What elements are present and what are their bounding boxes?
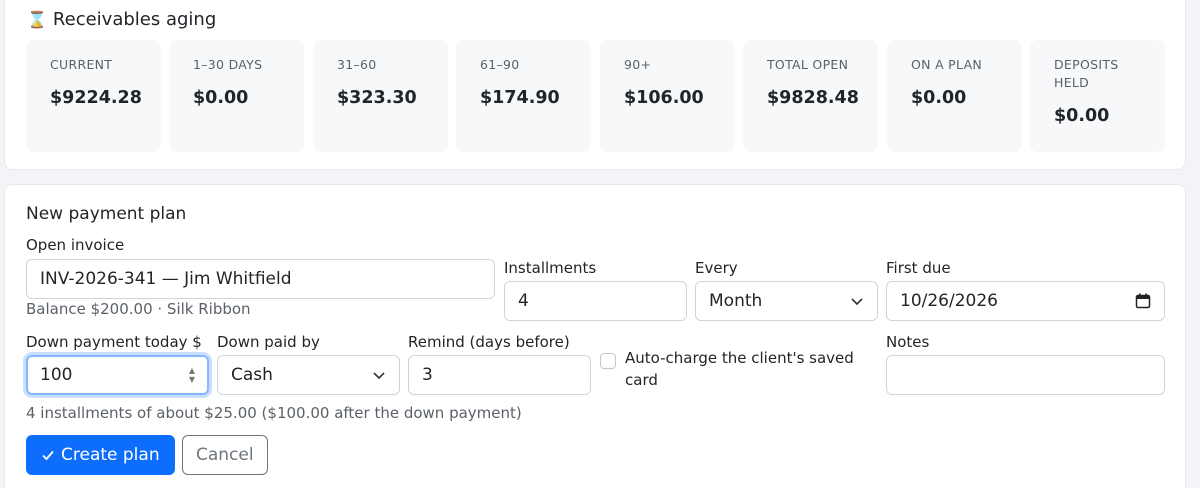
every-label: Every bbox=[695, 259, 738, 277]
first-due-value: 10/26/2026 bbox=[900, 291, 998, 311]
invoice-label: Open invoice bbox=[26, 236, 125, 254]
tile-label: 61–90 bbox=[480, 57, 520, 72]
cancel-label: Cancel bbox=[196, 445, 254, 465]
tile-value: $174.90 bbox=[480, 88, 560, 108]
tile-label: DEPOSITS HELD bbox=[1054, 57, 1119, 90]
tile-label: 90+ bbox=[624, 57, 652, 72]
down-paid-by-value: Cash bbox=[231, 365, 273, 385]
cancel-button[interactable]: Cancel bbox=[182, 435, 268, 475]
tile-value: $323.30 bbox=[337, 88, 417, 108]
down-payment-value: 100 bbox=[40, 365, 73, 385]
chevron-down-icon bbox=[851, 298, 863, 306]
stepper-arrows-icon[interactable]: ▲ ▼ bbox=[189, 366, 195, 384]
tile-61-90: 61–90 $174.90 bbox=[456, 40, 591, 152]
invoice-value: INV-2026-341 — Jim Whitfield bbox=[40, 269, 292, 289]
tile-deposits-held: DEPOSITS HELD $0.00 bbox=[1030, 40, 1165, 152]
tile-label: 1–30 DAYS bbox=[193, 57, 263, 72]
receivables-aging-card: ⌛ Receivables aging CURRENT $9224.28 1–3… bbox=[4, 0, 1186, 170]
tile-value: $0.00 bbox=[1054, 106, 1110, 126]
autocharge-label[interactable]: Auto-charge the client's saved card bbox=[625, 347, 875, 391]
tile-value: $0.00 bbox=[911, 88, 967, 108]
tile-label: 31–60 bbox=[337, 57, 377, 72]
tile-current: CURRENT $9224.28 bbox=[26, 40, 161, 152]
aging-heading: ⌛ Receivables aging bbox=[27, 9, 216, 30]
down-payment-input[interactable]: 100 ▲ ▼ bbox=[26, 355, 209, 395]
tile-value: $9828.48 bbox=[767, 88, 859, 108]
tile-value: $9224.28 bbox=[50, 88, 142, 108]
every-select[interactable]: Month bbox=[695, 281, 878, 321]
installments-input[interactable]: 4 bbox=[504, 281, 687, 321]
tile-31-60: 31–60 $323.30 bbox=[313, 40, 448, 152]
installments-label: Installments bbox=[504, 259, 597, 277]
tile-value: $0.00 bbox=[193, 88, 249, 108]
first-due-label: First due bbox=[886, 259, 951, 277]
tile-1-30-days: 1–30 DAYS $0.00 bbox=[169, 40, 304, 152]
tile-total-open: TOTAL OPEN $9828.48 bbox=[743, 40, 878, 152]
tile-label: TOTAL OPEN bbox=[767, 57, 849, 72]
tile-on-a-plan: ON A PLAN $0.00 bbox=[887, 40, 1022, 152]
create-plan-button[interactable]: Create plan bbox=[26, 435, 175, 475]
create-plan-label: Create plan bbox=[61, 445, 160, 465]
installments-value: 4 bbox=[518, 291, 529, 311]
remind-days-input[interactable]: 3 bbox=[408, 355, 591, 395]
first-due-date-input[interactable]: 10/26/2026 bbox=[886, 281, 1165, 321]
calendar-icon[interactable] bbox=[1135, 293, 1151, 309]
hourglass-icon: ⌛ bbox=[27, 10, 47, 29]
plan-summary: 4 installments of about $25.00 ($100.00 … bbox=[26, 404, 522, 422]
remind-value: 3 bbox=[422, 365, 433, 385]
chevron-down-icon bbox=[373, 372, 385, 380]
every-value: Month bbox=[709, 291, 763, 311]
invoice-balance-hint: Balance $200.00 · Silk Ribbon bbox=[26, 300, 251, 318]
down-payment-label: Down payment today $ bbox=[26, 333, 202, 351]
aging-title: Receivables aging bbox=[52, 9, 217, 30]
tile-90-plus: 90+ $106.00 bbox=[600, 40, 735, 152]
invoice-select[interactable]: INV-2026-341 — Jim Whitfield bbox=[26, 259, 495, 299]
autocharge-checkbox[interactable] bbox=[600, 353, 616, 369]
plan-title: New payment plan bbox=[26, 204, 187, 224]
payment-plan-card: New payment plan Open invoice INV-2026-3… bbox=[4, 184, 1186, 488]
tile-label: ON A PLAN bbox=[911, 57, 983, 72]
tile-value: $106.00 bbox=[624, 88, 704, 108]
notes-label: Notes bbox=[886, 333, 930, 351]
down-paid-by-select[interactable]: Cash bbox=[217, 355, 400, 395]
tile-label: CURRENT bbox=[50, 57, 113, 72]
notes-input[interactable] bbox=[886, 355, 1165, 395]
remind-label: Remind (days before) bbox=[408, 333, 570, 351]
checkmark-icon bbox=[42, 450, 54, 461]
down-paid-by-label: Down paid by bbox=[217, 333, 320, 351]
